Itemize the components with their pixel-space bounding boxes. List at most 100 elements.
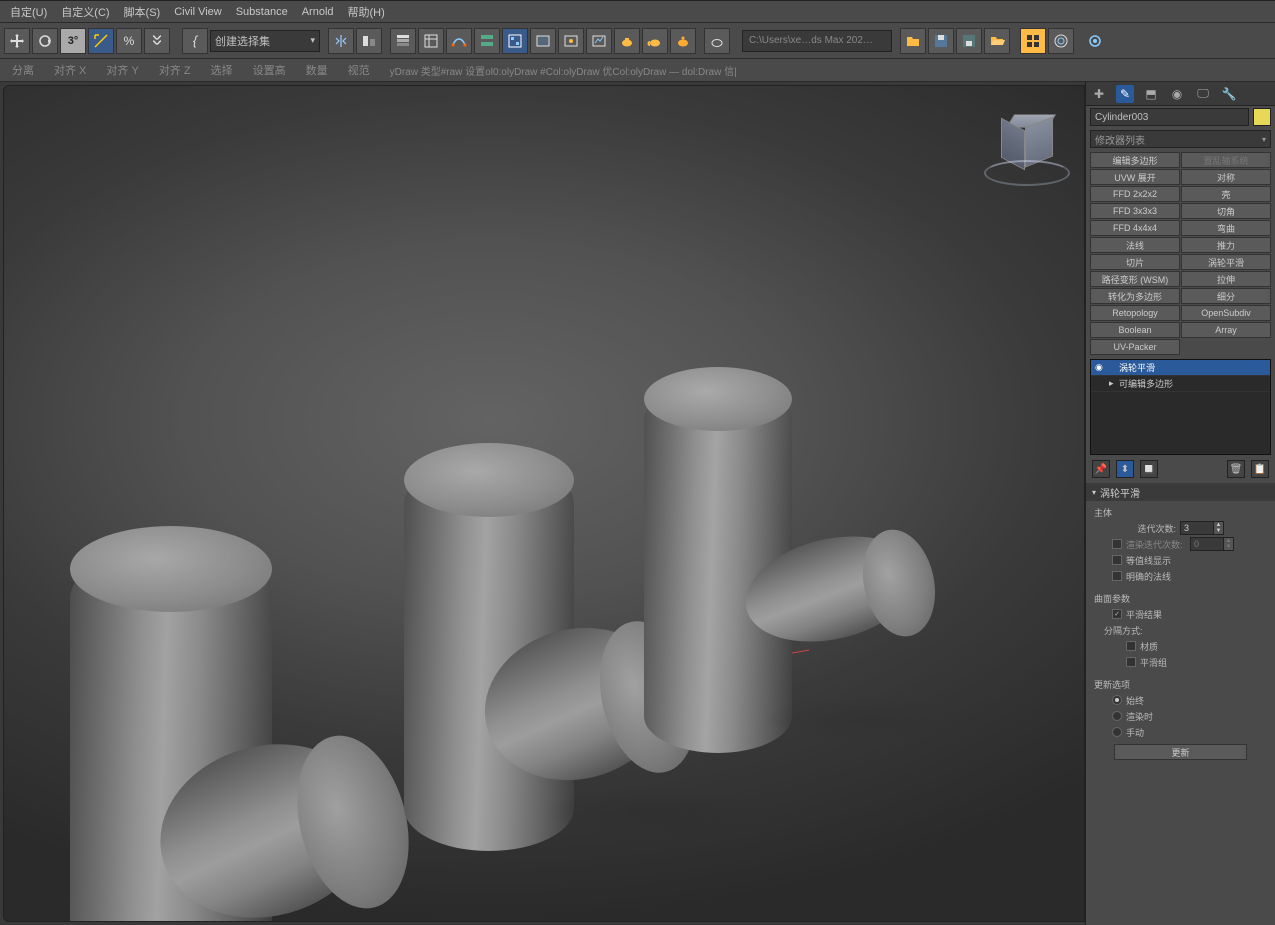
project-icon[interactable]: [984, 28, 1010, 54]
curve-editor-icon[interactable]: [446, 28, 472, 54]
ribbon-item[interactable]: 对齐 Z: [159, 62, 191, 78]
viewport-layout-icon[interactable]: [1020, 28, 1046, 54]
mod-btn[interactable]: 切片: [1090, 254, 1180, 270]
mod-btn[interactable]: OpenSubdiv: [1181, 305, 1271, 321]
percent-snap-icon[interactable]: %: [116, 28, 142, 54]
mod-btn[interactable]: 切角: [1181, 203, 1271, 219]
mod-btn[interactable]: 涡轮平滑: [1181, 254, 1271, 270]
update-manual-radio[interactable]: [1112, 727, 1122, 737]
mod-btn[interactable]: Array: [1181, 322, 1271, 338]
ribbon-item[interactable]: 数量: [306, 62, 328, 78]
mod-btn[interactable]: FFD 3x3x3: [1090, 203, 1180, 219]
project-path[interactable]: C:\Users\xe…ds Max 202…: [742, 30, 892, 52]
render-iter-spinner[interactable]: 0▲▼: [1190, 537, 1234, 551]
mod-btn[interactable]: 转化为多边形: [1090, 288, 1180, 304]
mod-btn[interactable]: 路径变形 (WSM): [1090, 271, 1180, 287]
stack-item-editable-poly[interactable]: ▸可编辑多边形: [1091, 376, 1270, 392]
ribbon-item[interactable]: 视范: [348, 62, 370, 78]
open-icon[interactable]: [900, 28, 926, 54]
hierarchy-tab-icon[interactable]: ⬒: [1142, 85, 1160, 103]
rendered-frame-icon[interactable]: [586, 28, 612, 54]
mod-btn[interactable]: 法线: [1090, 237, 1180, 253]
by-material-checkbox[interactable]: [1126, 641, 1136, 651]
mod-btn[interactable]: UV-Packer: [1090, 339, 1180, 355]
mod-btn[interactable]: Boolean: [1090, 322, 1180, 338]
teapot2-icon[interactable]: [642, 28, 668, 54]
create-tab-icon[interactable]: ✚: [1090, 85, 1108, 103]
mod-btn[interactable]: 推力: [1181, 237, 1271, 253]
modify-tab-icon[interactable]: ✎: [1116, 85, 1134, 103]
ribbon-item[interactable]: yDraw 类型#raw 设置ol0:olyDraw #Col:olyDraw …: [390, 63, 737, 78]
object-name-input[interactable]: [1090, 108, 1249, 126]
named-sel-icon[interactable]: {: [182, 28, 208, 54]
mod-btn[interactable]: 细分: [1181, 288, 1271, 304]
modifier-list-dropdown[interactable]: 修改器列表: [1090, 130, 1271, 148]
render-setup-icon[interactable]: [558, 28, 584, 54]
update-button[interactable]: 更新: [1114, 744, 1247, 760]
ribbon-item[interactable]: 对齐 X: [54, 62, 86, 78]
menu-item[interactable]: Arnold: [296, 4, 340, 20]
move-tool-icon[interactable]: [4, 28, 30, 54]
selection-set-dropdown[interactable]: 创建选择集: [210, 30, 320, 52]
display-tab-icon[interactable]: 🖵: [1194, 85, 1212, 103]
schematic-view-icon[interactable]: [474, 28, 500, 54]
explicit-normals-checkbox[interactable]: [1112, 571, 1122, 581]
update-always-radio[interactable]: [1112, 695, 1122, 705]
settings-icon[interactable]: [1082, 28, 1108, 54]
show-end-result-icon[interactable]: ⬍: [1116, 460, 1134, 478]
mod-btn[interactable]: FFD 4x4x4: [1090, 220, 1180, 236]
angle-snap-button[interactable]: 3°: [60, 28, 86, 54]
mirror-icon[interactable]: [328, 28, 354, 54]
menu-item[interactable]: Civil View: [168, 4, 227, 20]
menu-item[interactable]: 脚本(S): [118, 2, 167, 22]
mod-btn[interactable]: 弯曲: [1181, 220, 1271, 236]
isoline-checkbox[interactable]: [1112, 555, 1122, 565]
viewcube[interactable]: [988, 104, 1066, 182]
visibility-icon[interactable]: ◉: [1095, 362, 1107, 373]
save-icon[interactable]: [928, 28, 954, 54]
rollout-header[interactable]: 涡轮平滑: [1086, 483, 1275, 501]
mod-btn[interactable]: 编辑多边形: [1090, 152, 1180, 168]
render-iter-checkbox[interactable]: [1112, 539, 1122, 549]
dope-sheet-icon[interactable]: [502, 28, 528, 54]
stack-item-turbosmooth[interactable]: ◉涡轮平滑: [1091, 360, 1270, 376]
viewport[interactable]: [3, 85, 1085, 922]
toggle-ribbon-icon[interactable]: [418, 28, 444, 54]
safe-frame-icon[interactable]: [1048, 28, 1074, 54]
mod-btn[interactable]: 拉伸: [1181, 271, 1271, 287]
smooth-result-checkbox[interactable]: ✓: [1112, 609, 1122, 619]
teapot-outline-icon[interactable]: [704, 28, 730, 54]
autosave-icon[interactable]: [956, 28, 982, 54]
mod-btn[interactable]: Retopology: [1090, 305, 1180, 321]
by-smooth-checkbox[interactable]: [1126, 657, 1136, 667]
mod-btn[interactable]: 对称: [1181, 169, 1271, 185]
material-icon[interactable]: [530, 28, 556, 54]
menu-item[interactable]: 帮助(H): [342, 2, 391, 22]
ribbon-item[interactable]: 分离: [12, 62, 34, 78]
ribbon-item[interactable]: 选择: [211, 62, 233, 78]
configure-sets-icon[interactable]: 📋: [1251, 460, 1269, 478]
teapot3-icon[interactable]: [670, 28, 696, 54]
menu-item[interactable]: 自定义(C): [55, 2, 115, 22]
update-render-radio[interactable]: [1112, 711, 1122, 721]
teapot1-icon[interactable]: [614, 28, 640, 54]
motion-tab-icon[interactable]: ◉: [1168, 85, 1186, 103]
pin-stack-icon[interactable]: 📌: [1092, 460, 1110, 478]
utilities-tab-icon[interactable]: 🔧: [1220, 85, 1238, 103]
object-color-swatch[interactable]: [1253, 108, 1271, 126]
snap-toggle-icon[interactable]: [88, 28, 114, 54]
modifier-stack[interactable]: ◉涡轮平滑 ▸可编辑多边形: [1090, 359, 1271, 455]
layer-explorer-icon[interactable]: [390, 28, 416, 54]
remove-modifier-icon[interactable]: 🗑: [1227, 460, 1245, 478]
rotate-tool-icon[interactable]: [32, 28, 58, 54]
iterations-spinner[interactable]: 3▲▼: [1180, 521, 1224, 535]
ribbon-item[interactable]: 对齐 Y: [106, 62, 138, 78]
menu-item[interactable]: 自定(U): [4, 2, 53, 22]
menu-item[interactable]: Substance: [230, 4, 294, 20]
mod-btn[interactable]: FFD 2x2x2: [1090, 186, 1180, 202]
spinner-snap-icon[interactable]: [144, 28, 170, 54]
mod-btn[interactable]: 置乱轴系统: [1181, 152, 1271, 168]
make-unique-icon[interactable]: 🔲: [1140, 460, 1158, 478]
ribbon-item[interactable]: 设置高: [253, 62, 286, 78]
mod-btn[interactable]: 壳: [1181, 186, 1271, 202]
